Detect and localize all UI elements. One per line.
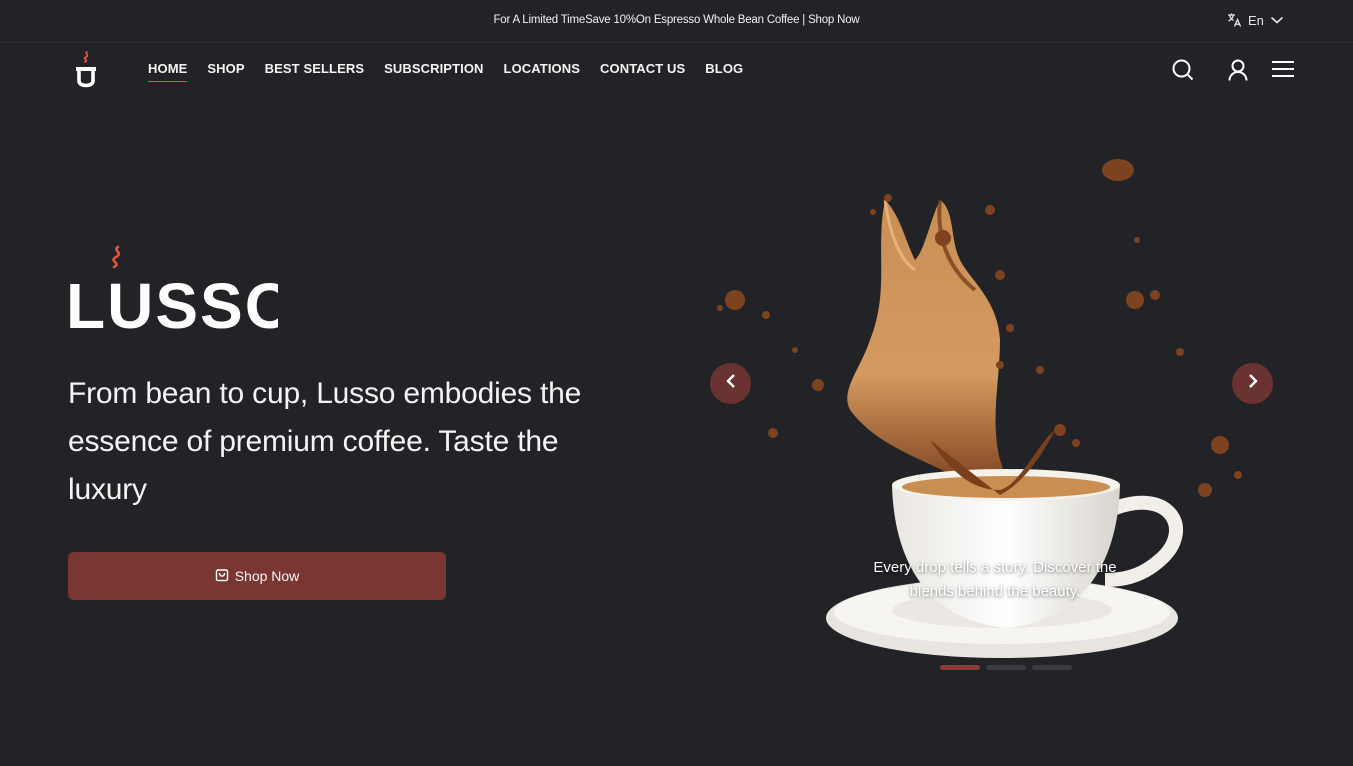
site-header: HOME SHOP BEST SELLERS SUBSCRIPTION LOCA… — [0, 44, 1353, 96]
slider-dot[interactable] — [986, 665, 1026, 670]
nav-item-best-sellers[interactable]: BEST SELLERS — [265, 61, 364, 76]
slide-caption: Every drop tells a story. Discover the b… — [873, 559, 1117, 600]
slider-next-button[interactable] — [1232, 363, 1273, 404]
shop-now-label: Shop Now — [234, 568, 300, 584]
announcement-bar: For A Limited TimeSave 10%On Espresso Wh… — [0, 0, 1353, 43]
nav-item-home[interactable]: HOME — [148, 61, 188, 82]
search-icon[interactable] — [1170, 57, 1196, 83]
nav-item-subscription[interactable]: SUBSCRIPTION — [384, 61, 483, 76]
slider-pagination — [940, 665, 1072, 670]
slider-dot[interactable] — [1032, 665, 1072, 670]
logo-icon[interactable] — [72, 48, 102, 94]
nav-item-contact-us[interactable]: CONTACT US — [600, 61, 685, 76]
chevron-right-icon — [1246, 373, 1260, 394]
nav-item-blog[interactable]: BLOG — [705, 61, 743, 76]
translate-icon — [1226, 12, 1242, 28]
hero-tagline: From bean to cup, Lusso embodies the ess… — [68, 377, 582, 506]
slider-prev-button[interactable] — [710, 363, 751, 404]
chevron-down-icon — [1270, 15, 1284, 25]
nav-item-shop[interactable]: SHOP — [207, 61, 244, 76]
shopping-bag-icon — [215, 568, 229, 585]
user-icon[interactable] — [1225, 57, 1251, 83]
hero-slider: Every drop tells a story. Discover the b… — [700, 140, 1290, 680]
brand-name: LUSSO — [66, 270, 278, 334]
slider-dot[interactable] — [940, 665, 980, 670]
chevron-left-icon — [724, 373, 738, 394]
announcement-text[interactable]: For A Limited TimeSave 10%On Espresso Wh… — [0, 14, 1353, 26]
language-selector[interactable]: En — [1226, 12, 1284, 28]
nav-item-locations[interactable]: LOCATIONS — [504, 61, 581, 76]
hero-brand-logo: LUSSO — [66, 244, 294, 342]
shop-now-button[interactable]: Shop Now — [68, 552, 446, 600]
main-nav: HOME SHOP BEST SELLERS SUBSCRIPTION LOCA… — [148, 61, 743, 82]
language-label: En — [1248, 12, 1264, 28]
steam-icon — [112, 245, 121, 269]
menu-icon[interactable] — [1270, 57, 1296, 83]
